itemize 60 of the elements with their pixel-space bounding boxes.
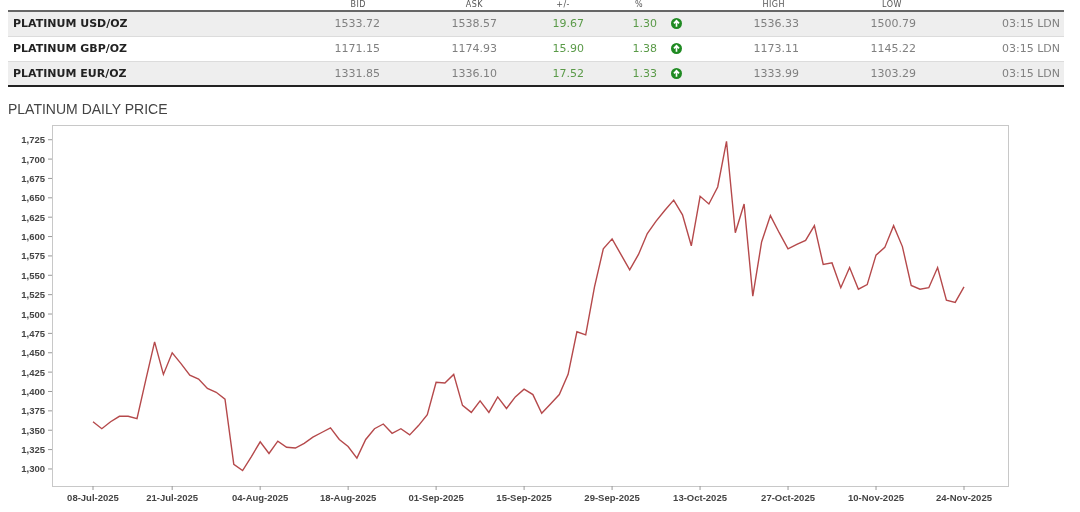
price-cell: 1.38	[632, 42, 657, 55]
y-axis-label: 1,675	[21, 172, 45, 184]
y-axis-label: 1,625	[21, 211, 45, 223]
x-axis-label: 04-Aug-2025	[231, 492, 289, 503]
y-axis-label: 1,300	[21, 463, 45, 475]
price-cell: 17.52	[552, 66, 584, 80]
price-cell: 1336.10	[451, 66, 497, 80]
time-cell: 03:15 LDN	[1001, 42, 1060, 55]
x-axis-label: 24-Nov-2025	[936, 492, 992, 503]
price-cell: 1333.99	[753, 66, 799, 80]
y-axis-label: 1,500	[21, 308, 45, 320]
instrument-name: PLATINUM USD/OZ	[13, 17, 128, 31]
price-cell: 15.90	[552, 42, 584, 55]
price-cell: 1.33	[632, 66, 657, 80]
y-axis-label: 1,600	[21, 231, 45, 243]
x-axis-label: 13-Oct-2025	[673, 492, 727, 503]
y-axis-label: 1,325	[21, 444, 45, 456]
price-cell: 1538.57	[451, 17, 497, 31]
price-cell: 1171.15	[334, 42, 380, 55]
y-axis-label: 1,425	[21, 366, 45, 378]
y-axis-label: 1,375	[21, 405, 45, 417]
x-axis-label: 29-Sep-2025	[584, 492, 640, 503]
price-cell: 1173.11	[753, 42, 799, 55]
y-axis-label: 1,400	[21, 386, 45, 397]
price-cell: 1533.72	[334, 17, 380, 31]
x-axis-label: 27-Oct-2025	[761, 492, 815, 503]
x-axis-label: 01-Sep-2025	[408, 492, 464, 503]
time-cell: 03:15 LDN	[1001, 17, 1060, 31]
time-cell: 03:15 LDN	[1001, 66, 1060, 80]
x-axis-label: 10-Nov-2025	[848, 492, 904, 503]
x-axis-label: 21-Jul-2025	[146, 492, 199, 503]
price-cell: 1303.29	[870, 66, 916, 80]
price-cell: 1536.33	[753, 17, 799, 31]
column-header: %	[584, 0, 657, 11]
y-axis-label: 1,725	[21, 134, 45, 146]
price-cell: 1.30	[632, 17, 657, 31]
y-axis-label: 1,450	[21, 347, 45, 359]
column-header: LOW	[799, 0, 916, 11]
y-axis-label: 1,475	[21, 327, 45, 339]
y-axis-label: 1,700	[21, 153, 45, 165]
column-header: ASK	[380, 0, 497, 11]
price-cell: 1331.85	[334, 66, 380, 80]
y-axis-label: 1,350	[21, 424, 45, 436]
price-cell: 19.67	[552, 17, 584, 31]
chart-title: PLATINUM DAILY PRICE	[8, 101, 169, 117]
y-axis-label: 1,650	[21, 192, 45, 204]
instrument-name: PLATINUM EUR/OZ	[13, 66, 127, 80]
x-axis-label: 08-Jul-2025	[67, 492, 119, 503]
column-header: HIGH	[700, 0, 799, 11]
price-cell: 1145.22	[870, 42, 916, 55]
price-cell: 1500.79	[870, 17, 916, 31]
price-cell: 1174.93	[451, 42, 497, 55]
x-axis-label: 18-Aug-2025	[319, 492, 377, 503]
y-axis-label: 1,550	[21, 269, 45, 281]
x-axis-label: 15-Sep-2025	[496, 492, 552, 503]
instrument-name: PLATINUM GBP/OZ	[13, 42, 128, 55]
y-axis-label: 1,575	[21, 250, 45, 262]
y-axis-label: 1,525	[21, 289, 45, 301]
column-header: BID	[300, 0, 380, 11]
column-header: +/-	[497, 0, 584, 11]
